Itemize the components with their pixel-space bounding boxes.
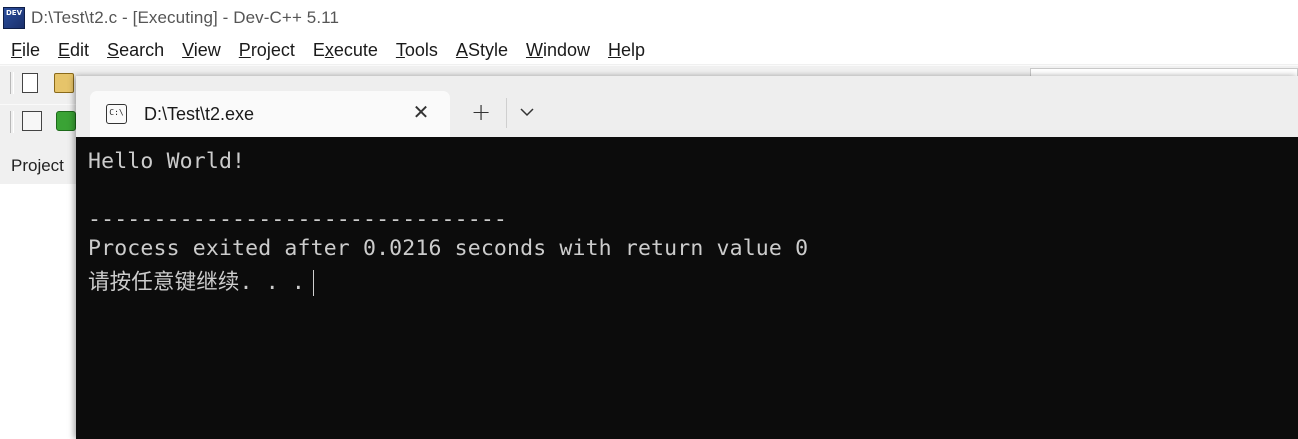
- close-icon[interactable]: ✕: [408, 99, 434, 125]
- terminal-output[interactable]: Hello World! ---------------------------…: [76, 137, 1298, 439]
- menu-tools[interactable]: Tools: [396, 40, 438, 61]
- terminal-window: C:\ D:\Test\t2.exe ✕ + Hello World! ----…: [76, 76, 1298, 439]
- output-line: Process exited after 0.0216 seconds with…: [88, 236, 809, 261]
- separator-line: --------------------------------: [88, 207, 508, 232]
- menu-window[interactable]: Window: [526, 40, 590, 61]
- menu-view[interactable]: View: [182, 40, 221, 61]
- menu-bar: File Edit Search View Project Execute To…: [0, 36, 1298, 64]
- prompt-line: 请按任意键继续. . .: [88, 265, 315, 296]
- terminal-tab[interactable]: C:\ D:\Test\t2.exe ✕: [90, 91, 450, 137]
- menu-file[interactable]: File: [11, 40, 40, 61]
- add-to-project-icon[interactable]: [56, 111, 76, 131]
- new-file-icon[interactable]: [22, 73, 38, 93]
- app-title-bar[interactable]: DEV D:\Test\t2.c - [Executing] - Dev-C++…: [0, 0, 1298, 36]
- toolbar-separator: [10, 111, 14, 133]
- new-tab-button[interactable]: +: [466, 98, 496, 128]
- menu-edit[interactable]: Edit: [58, 40, 89, 61]
- devcpp-app-icon[interactable]: DEV: [3, 7, 25, 29]
- toolbar-separator: [10, 72, 14, 94]
- chevron-down-icon[interactable]: [513, 98, 541, 128]
- menu-astyle[interactable]: AStyle: [456, 40, 508, 61]
- menu-execute[interactable]: Execute: [313, 40, 378, 61]
- output-line: Hello World!: [88, 149, 246, 174]
- tab-project[interactable]: Project: [0, 148, 76, 184]
- project-browser-panel: [0, 148, 76, 439]
- terminal-tab-title: D:\Test\t2.exe: [144, 104, 255, 124]
- menu-help[interactable]: Help: [608, 40, 645, 61]
- text-cursor: [313, 270, 315, 296]
- press-any-key-text: 请按任意键继续. . .: [88, 270, 306, 295]
- open-file-icon[interactable]: [54, 73, 74, 93]
- menu-search[interactable]: Search: [107, 40, 164, 61]
- menu-project[interactable]: Project: [239, 40, 295, 61]
- command-prompt-icon: C:\: [106, 104, 127, 124]
- window-title: D:\Test\t2.c - [Executing] - Dev-C++ 5.1…: [31, 8, 340, 27]
- terminal-tab-bar: C:\ D:\Test\t2.exe ✕ +: [76, 76, 1298, 137]
- project-options-icon[interactable]: [22, 111, 42, 131]
- tab-bar-divider: [506, 98, 507, 128]
